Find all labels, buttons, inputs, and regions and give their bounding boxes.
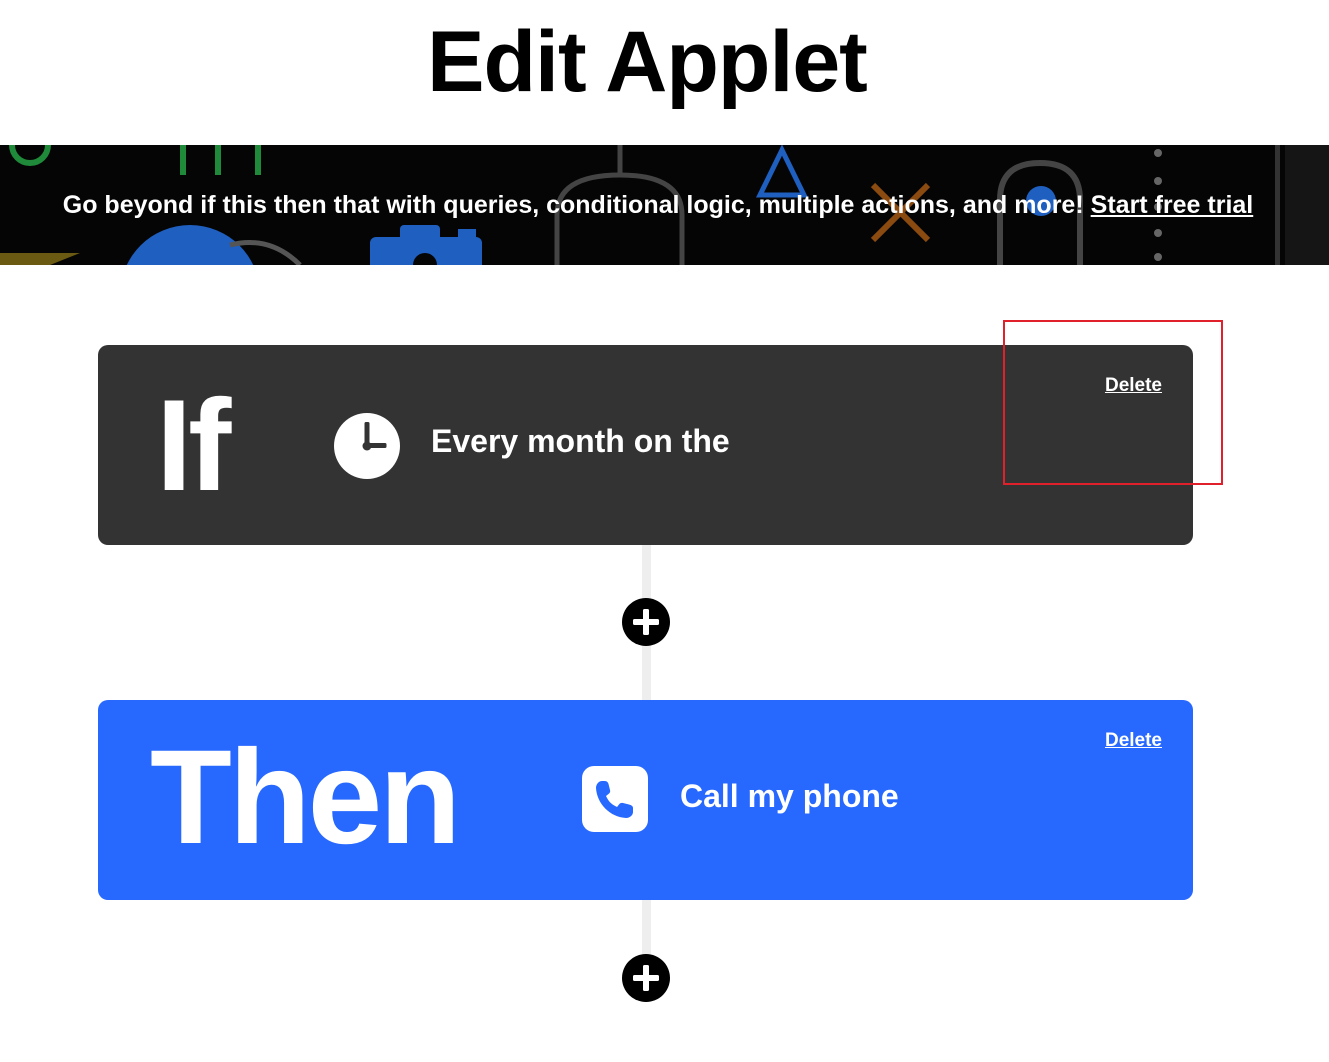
plus-icon: [633, 965, 659, 991]
promo-text: Go beyond if this then that with queries…: [62, 190, 1084, 219]
delete-action-link[interactable]: Delete: [1105, 730, 1162, 752]
trigger-label: Every month on the: [431, 423, 730, 459]
clock-icon: [334, 413, 400, 479]
if-keyword: If: [156, 372, 231, 518]
phone-icon: [582, 766, 648, 832]
add-step-button[interactable]: [622, 954, 670, 1002]
action-label: Call my phone: [680, 778, 899, 814]
then-keyword: Then: [150, 723, 461, 872]
start-free-trial-link[interactable]: Start free trial: [1091, 191, 1254, 220]
promo-message: Go beyond if this then that with queries…: [0, 145, 1316, 265]
plus-icon: [633, 609, 659, 635]
add-step-button[interactable]: [622, 598, 670, 646]
highlight-box: [1003, 320, 1223, 485]
action-card[interactable]: Then Call my phone Delete: [98, 700, 1193, 900]
page-title: Edit Applet: [427, 14, 868, 110]
connector-line: [642, 900, 651, 960]
promo-banner: Go beyond if this then that with queries…: [0, 145, 1329, 265]
